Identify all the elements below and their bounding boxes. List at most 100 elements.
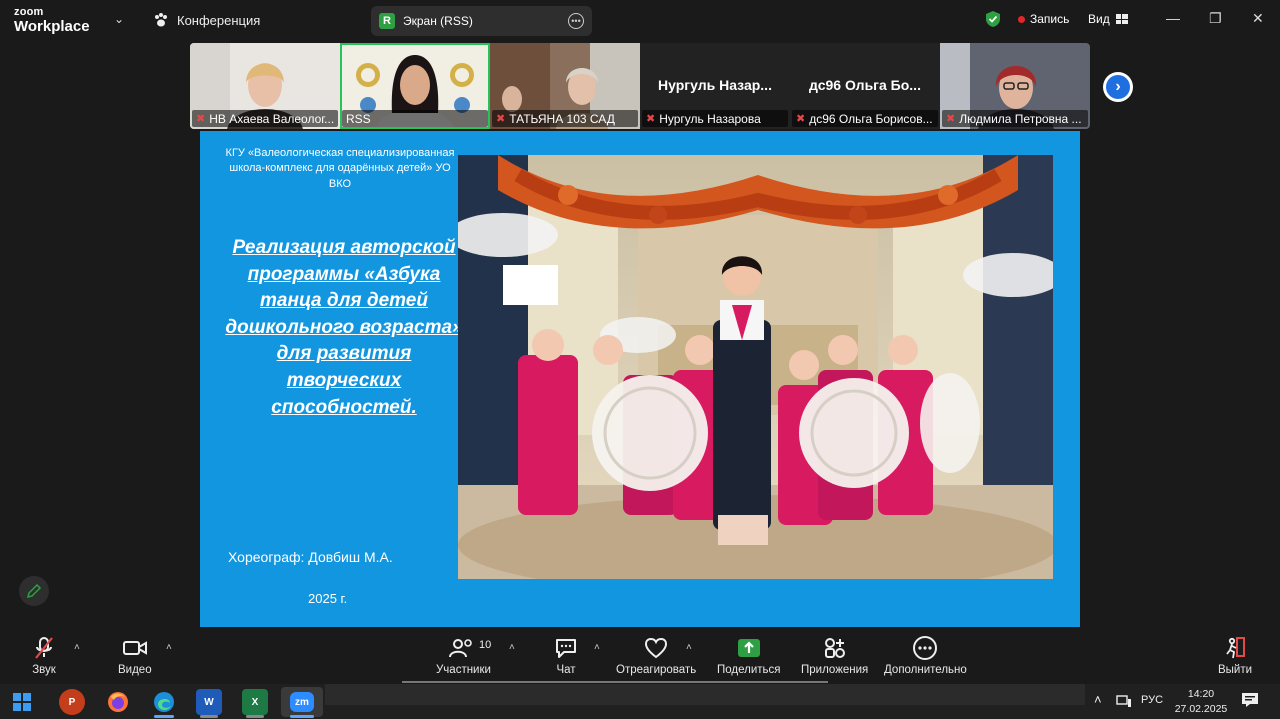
excel-icon[interactable]: X <box>242 689 268 715</box>
participant-strip: ✖ НВ Ахаева Валеолог... RSS ✖ ТАТЬЯНА 10… <box>190 43 1090 129</box>
chat-bubble-icon <box>556 639 576 658</box>
network-icon[interactable] <box>1116 694 1132 711</box>
participants-icon <box>449 639 473 658</box>
chat-options-caret[interactable]: ˄ <box>594 642 600 653</box>
powerpoint-icon[interactable]: P <box>59 689 85 715</box>
title-bar: zoom Workplace ⌄ Конференция R Экран (RS… <box>0 0 1280 40</box>
participant-name: НВ Ахаева Валеолог... <box>209 111 335 126</box>
notifications-icon[interactable] <box>1241 692 1259 711</box>
video-label: Видео <box>118 664 152 676</box>
mic-muted-icon: ✖ <box>196 113 206 125</box>
slide-heading: Реализация авторской программы «Азбука т… <box>225 237 463 418</box>
word-icon[interactable]: W <box>196 689 222 715</box>
slide-year: 2025 г. <box>308 591 348 606</box>
taskbar-blank-area <box>325 684 1085 705</box>
restore-icon[interactable]: ❐ <box>1209 10 1222 27</box>
participant-name: Людмила Петровна ... <box>959 111 1082 126</box>
mic-muted-icon: ✖ <box>796 113 806 125</box>
mic-muted-icon: ✖ <box>496 113 506 125</box>
participant-caption: ✖ НВ Ахаева Валеолог... <box>192 110 338 127</box>
encryption-shield-icon[interactable] <box>985 10 1001 28</box>
participant-tile[interactable]: ✖ НВ Ахаева Валеолог... <box>190 43 340 129</box>
mic-muted-icon: ✖ <box>946 113 956 125</box>
heart-icon <box>645 637 668 659</box>
zoom-logo: zoom Workplace <box>14 6 90 35</box>
clock-date: 27.02.2025 <box>1174 703 1228 715</box>
participant-caption: ✖ Людмила Петровна ... <box>942 110 1088 127</box>
conference-menu[interactable]: Конференция <box>153 12 260 28</box>
record-dot-icon <box>1018 15 1025 23</box>
share-screen-label: Поделиться <box>717 664 781 676</box>
participant-tile[interactable]: Нургуль Назар... ✖ Нургуль Назарова <box>640 43 790 129</box>
participant-display-name: Нургуль Назар... <box>658 77 772 93</box>
system-clock[interactable]: 14:20 27.02.2025 <box>1170 687 1232 717</box>
participant-tile[interactable]: ✖ Людмила Петровна ... <box>940 43 1090 129</box>
more-button[interactable]: Дополнительно <box>884 636 967 676</box>
meeting-toolbar: Звук ˄ Видео ˄ Участники 10 ˄ Чат ˄ Отре… <box>0 628 1280 684</box>
apps-icon <box>824 638 845 658</box>
participant-name: RSS <box>346 111 371 126</box>
zoom-app-icon: zm <box>290 692 314 712</box>
participants-label: Участники <box>436 664 491 676</box>
participant-caption: RSS <box>342 110 488 127</box>
participant-display-name: дс96 Ольга Бо... <box>809 77 921 93</box>
chat-label: Чат <box>556 664 576 676</box>
mic-muted-icon <box>35 637 53 659</box>
react-options-caret[interactable]: ˄ <box>686 642 692 653</box>
more-label: Дополнительно <box>884 664 967 676</box>
audio-options-caret[interactable]: ˄ <box>74 642 80 653</box>
audio-label: Звук <box>32 664 56 676</box>
edge-icon[interactable] <box>151 689 177 715</box>
participant-tile[interactable]: дс96 Ольга Бо... ✖ дс96 Ольга Борисов... <box>790 43 940 129</box>
input-language[interactable]: РУС <box>1141 694 1163 706</box>
zoom-window: zoom Workplace ⌄ Конференция R Экран (RS… <box>0 0 1280 719</box>
annotate-pen-button[interactable] <box>19 576 49 606</box>
close-icon[interactable]: ✕ <box>1252 10 1264 27</box>
participant-name: Нургуль Назарова <box>659 111 761 126</box>
toolbar-divider <box>402 681 828 683</box>
video-camera-icon <box>122 641 147 655</box>
windows-start-icon[interactable] <box>9 689 35 715</box>
more-options-icon[interactable]: ••• <box>568 13 584 29</box>
logo-line2: Workplace <box>14 18 90 35</box>
edge-active-indicator <box>154 715 174 718</box>
chat-button[interactable]: Чат <box>554 636 578 676</box>
view-button[interactable]: Вид <box>1088 12 1128 26</box>
leave-button[interactable]: Выйти <box>1218 636 1252 676</box>
clock-time: 14:20 <box>1187 688 1215 700</box>
excel-label: X <box>251 696 259 708</box>
conference-label: Конференция <box>177 12 261 28</box>
next-page-button[interactable]: › <box>1103 72 1133 102</box>
recording-indicator[interactable]: Запись <box>1018 12 1069 26</box>
minimize-icon[interactable]: — <box>1166 10 1180 26</box>
participant-caption: ✖ Нургуль Назарова <box>642 110 788 127</box>
zoom-taskbar-button[interactable]: zm <box>281 687 323 717</box>
share-source-badge: R <box>379 13 395 29</box>
mic-muted-icon: ✖ <box>646 113 656 125</box>
logo-line1: zoom <box>14 6 44 18</box>
apps-button[interactable]: Приложения <box>801 636 868 676</box>
participant-caption: ✖ дс96 Ольга Борисов... <box>792 110 938 127</box>
screen-share-pill[interactable]: R Экран (RSS) ••• <box>371 6 592 36</box>
audio-button[interactable]: Звук <box>32 636 56 676</box>
participant-caption: ✖ ТАТЬЯНА 103 САД <box>492 110 638 127</box>
leave-meeting-icon <box>1226 637 1246 659</box>
participant-tile[interactable]: RSS <box>340 43 490 129</box>
chevron-down-icon[interactable]: ⌄ <box>114 12 124 26</box>
shared-screen-slide: КГУ «Валеологическая специализированная … <box>200 131 1080 627</box>
participant-name: ТАТЬЯНА 103 САД <box>509 111 615 126</box>
pencil-icon <box>26 583 42 599</box>
slide-choreographer: Хореограф: Довбиш М.А. <box>228 549 393 565</box>
firefox-icon[interactable] <box>105 689 131 715</box>
participant-tile[interactable]: ✖ ТАТЬЯНА 103 САД <box>490 43 640 129</box>
slide-organization: КГУ «Валеологическая специализированная … <box>225 147 455 190</box>
participants-options-caret[interactable]: ˄ <box>509 642 515 653</box>
leave-label: Выйти <box>1218 664 1253 676</box>
tray-overflow-icon[interactable]: ˄ <box>1094 692 1102 707</box>
record-label: Запись <box>1030 12 1070 26</box>
video-button[interactable]: Видео <box>118 636 152 676</box>
word-label: W <box>204 696 214 708</box>
share-screen-button[interactable]: Поделиться <box>717 636 781 676</box>
react-button[interactable]: Отреагировать <box>616 636 696 676</box>
video-options-caret[interactable]: ˄ <box>166 642 172 653</box>
